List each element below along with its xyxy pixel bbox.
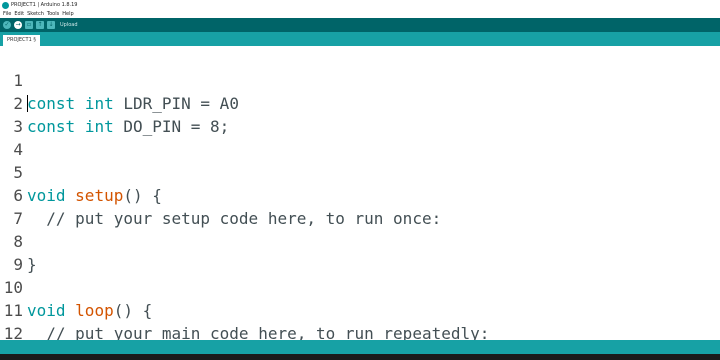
- new-button[interactable]: ▫: [25, 21, 33, 29]
- code-line: 7: [0, 184, 720, 228]
- code-line: 11 // put your main code here, to run re…: [0, 276, 720, 340]
- check-icon: ✓: [4, 21, 10, 28]
- upload-button[interactable]: →: [14, 21, 22, 29]
- menu-help[interactable]: Help: [62, 10, 73, 18]
- code-line: 5 void setup() {: [0, 138, 720, 205]
- menu-bar: File Edit Sketch Tools Help: [0, 10, 720, 18]
- arrow-right-icon: →: [15, 21, 21, 28]
- code-line: 1 const int LDR_PIN = A0: [0, 46, 720, 113]
- code-line: 8 }: [0, 207, 720, 274]
- menu-edit[interactable]: Edit: [14, 10, 24, 18]
- save-button[interactable]: ↓: [47, 21, 55, 29]
- window-title: PROJECT1 | Arduino 1.8.19: [11, 2, 78, 8]
- menu-file[interactable]: File: [3, 10, 11, 18]
- code-editor[interactable]: 1 const int LDR_PIN = A0 2 const int DO_…: [0, 46, 720, 340]
- code-line: 2 const int DO_PIN = 8;: [0, 69, 720, 136]
- tab-bar: PROJECT1 §: [0, 32, 720, 46]
- console-strip: [0, 354, 720, 360]
- tab-project1[interactable]: PROJECT1 §: [3, 35, 40, 46]
- toolbar-hint: Upload: [60, 22, 78, 28]
- code-line: 4: [0, 115, 720, 159]
- arrow-up-icon: ↑: [37, 21, 43, 28]
- code-line: 10 void loop() {: [0, 253, 720, 320]
- text-caret: [27, 95, 28, 112]
- title-bar: PROJECT1 | Arduino 1.8.19: [0, 0, 720, 10]
- code-line: 6 // put your setup code here, to run on…: [0, 161, 720, 228]
- verify-button[interactable]: ✓: [3, 21, 11, 29]
- code-line: 13: [0, 322, 720, 340]
- menu-tools[interactable]: Tools: [47, 10, 59, 18]
- status-bar: [0, 340, 720, 354]
- code-line: 9: [0, 230, 720, 274]
- code-line: 12 }: [0, 299, 720, 340]
- code-line: 3: [0, 92, 720, 136]
- new-file-icon: ▫: [26, 21, 32, 28]
- arrow-down-icon: ↓: [48, 21, 54, 28]
- toolbar: ✓ → ▫ ↑ ↓ Upload: [0, 18, 720, 32]
- arduino-app-icon: [2, 1, 9, 9]
- menu-sketch[interactable]: Sketch: [27, 10, 44, 18]
- open-button[interactable]: ↑: [36, 21, 44, 29]
